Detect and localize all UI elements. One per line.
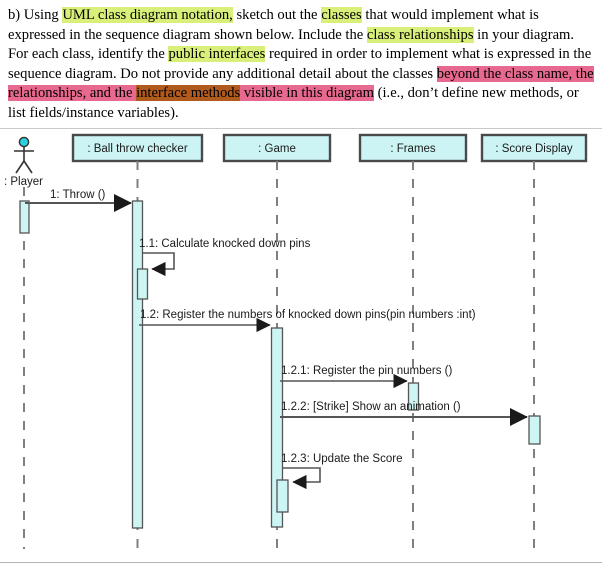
question-highlight-pink-11: visible in this diagram [240,85,374,102]
question-highlight-brown-10: interface methods [136,85,241,102]
lifeline-head-frames[interactable]: : Frames [358,133,468,163]
message-1-2-3-update-the-score[interactable]: 1.2.3: Update the Score [281,453,402,490]
activation-game-nested [276,479,289,513]
activation-actor-player [19,200,30,234]
self-call-arrow [142,252,175,277]
activation-ball-throw-checker [131,200,144,529]
message-label: 1: Throw () [50,189,106,201]
question-highlight-green-7: public interfaces [168,46,266,63]
lifeline-label: : Game [258,143,296,155]
activation-score-display [528,415,541,445]
sequence-diagram-panel: : Player : Ball throw checker : Game : F… [0,128,602,563]
message-1-2-1-register-the-pin-numbers[interactable]: 1.2.1: Register the pin numbers () [280,365,452,389]
message-1-1-calculate-knocked-down-pins[interactable]: 1.1: Calculate knocked down pins [139,238,311,277]
message-1-throw[interactable]: 1: Throw () [25,189,132,212]
message-label: 1.1: Calculate knocked down pins [139,238,311,250]
lifeline-head-score-display[interactable]: : Score Display [480,133,588,163]
question-text-block: b) Using UML class diagram notation, ske… [0,0,602,128]
question-highlight-green-3: classes [321,7,362,23]
actor-player: : Player [4,136,43,188]
message-label: 1.2: Register the numbers of knocked dow… [140,309,476,321]
actor-head-icon [18,136,30,148]
message-1-2-2-strike-show-an-animation[interactable]: 1.2.2: [Strike] Show an animation () [280,401,528,426]
message-label: 1.2.2: [Strike] Show an animation () [281,401,461,413]
lifeline-label: : Score Display [495,143,573,155]
actor-leg-right [23,160,33,174]
question-highlight-green-5: class relationships [366,26,474,43]
lifeline-head-ball-throw-checker[interactable]: : Ball throw checker [71,133,204,163]
message-1-2-register-numbers-of-knocked-down-pins[interactable]: 1.2: Register the numbers of knocked dow… [139,309,476,333]
lifeline-head-game[interactable]: : Game [222,133,332,163]
question-highlight-green-1: UML class diagram notation, [62,7,233,23]
message-label: 1.2.3: Update the Score [281,453,402,465]
question-segment-0: b) Using [8,7,63,23]
lifeline-label: : Ball throw checker [87,143,188,155]
activation-ball-throw-checker-nested [136,268,149,300]
question-paragraph: b) Using UML class diagram notation, ske… [8,6,594,124]
question-segment-2: sketch out the [232,7,322,23]
actor-leg-left [15,160,25,174]
actor-player-label: : Player [4,176,43,188]
message-label: 1.2.1: Register the pin numbers () [281,365,452,377]
lifeline-label: : Frames [390,143,436,155]
uml-sequence-diagram: : Player : Ball throw checker : Game : F… [4,133,588,549]
